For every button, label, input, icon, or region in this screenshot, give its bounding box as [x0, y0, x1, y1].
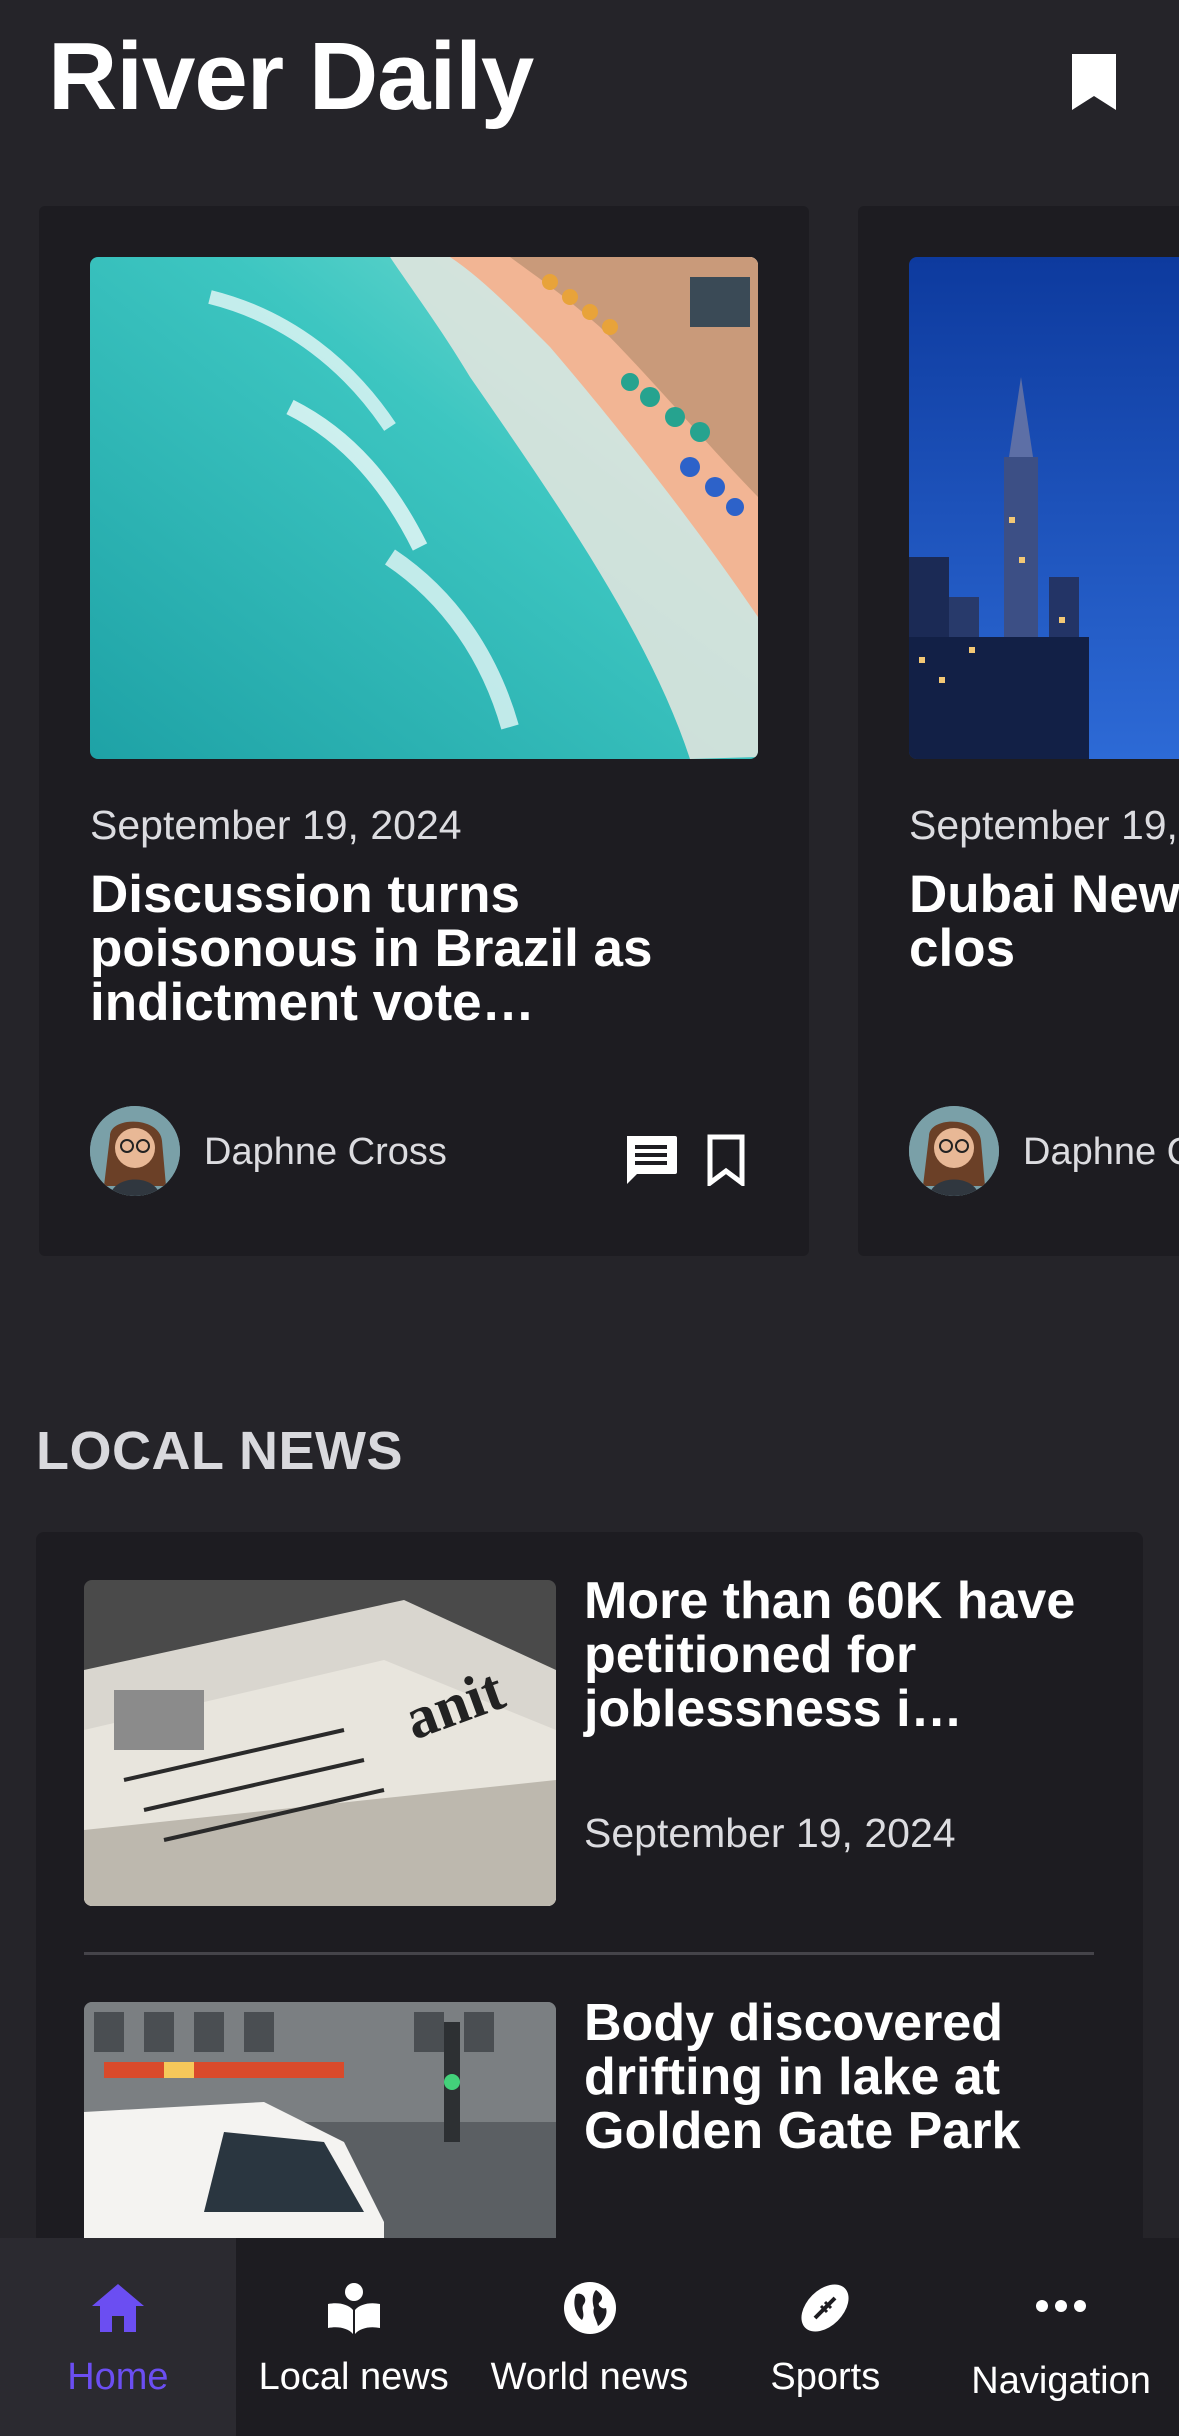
home-icon — [90, 2280, 146, 2336]
bookmark-icon[interactable] — [706, 1134, 746, 1188]
comment-icon[interactable] — [623, 1134, 679, 1186]
section-title-local-news: LOCAL NEWS — [36, 1421, 403, 1481]
featured-card[interactable]: September 19, 2024 Dubai New firecracke … — [858, 206, 1179, 1256]
local-news-list: anit More than 60K have petitioned for j… — [36, 1532, 1143, 2252]
article-date: September 19, 2024 — [584, 1810, 956, 1856]
nav-label: Home — [67, 2356, 169, 2398]
author-name: Daphne Cross — [204, 1131, 447, 1173]
article-date: September 19, 2024 — [90, 802, 462, 848]
author-avatar — [909, 1106, 999, 1196]
globe-icon — [562, 2280, 618, 2336]
article-title[interactable]: Body discovered drifting in lake at Gold… — [584, 1996, 1104, 2158]
nav-item-sports[interactable]: Sports — [707, 2238, 943, 2436]
featured-carousel[interactable]: September 19, 2024 Discussion turns pois… — [0, 206, 1179, 1256]
app-header: River Daily — [0, 0, 1179, 150]
article-date: September 19, 2024 — [909, 802, 1179, 848]
divider — [84, 1952, 1094, 1955]
article-title[interactable]: More than 60K have petitioned for jobles… — [584, 1574, 1104, 1736]
nav-label: Local news — [258, 2356, 449, 2398]
nav-item-world-news[interactable]: World news — [472, 2238, 708, 2436]
featured-card[interactable]: September 19, 2024 Discussion turns pois… — [39, 206, 809, 1256]
city-image — [909, 257, 1179, 759]
author-name: Daphne C — [1023, 1131, 1179, 1173]
football-icon — [797, 2280, 853, 2336]
article-headline[interactable]: Dubai New firecracke while clos — [909, 868, 1179, 976]
nav-label: World news — [490, 2356, 689, 2398]
bookmark-icon[interactable] — [1068, 52, 1120, 112]
police-car-image: 3002 — [84, 2002, 556, 2252]
bottom-navigation: Home Local news World news Sports Naviga… — [0, 2238, 1179, 2436]
nav-label: Navigation — [971, 2360, 1151, 2402]
author-avatar — [90, 1106, 180, 1196]
nav-label: Sports — [770, 2356, 881, 2398]
more-icon — [1033, 2280, 1089, 2336]
nav-item-local-news[interactable]: Local news — [236, 2238, 472, 2436]
app-title: River Daily — [48, 23, 534, 130]
article-headline[interactable]: Discussion turns poisonous in Brazil as … — [90, 868, 780, 1030]
nav-item-home[interactable]: Home — [0, 2238, 236, 2436]
nav-item-navigation[interactable]: Navigation — [943, 2238, 1179, 2436]
local-news-icon — [326, 2280, 382, 2336]
beach-image — [90, 257, 758, 759]
newspaper-image: anit — [84, 1580, 556, 1906]
